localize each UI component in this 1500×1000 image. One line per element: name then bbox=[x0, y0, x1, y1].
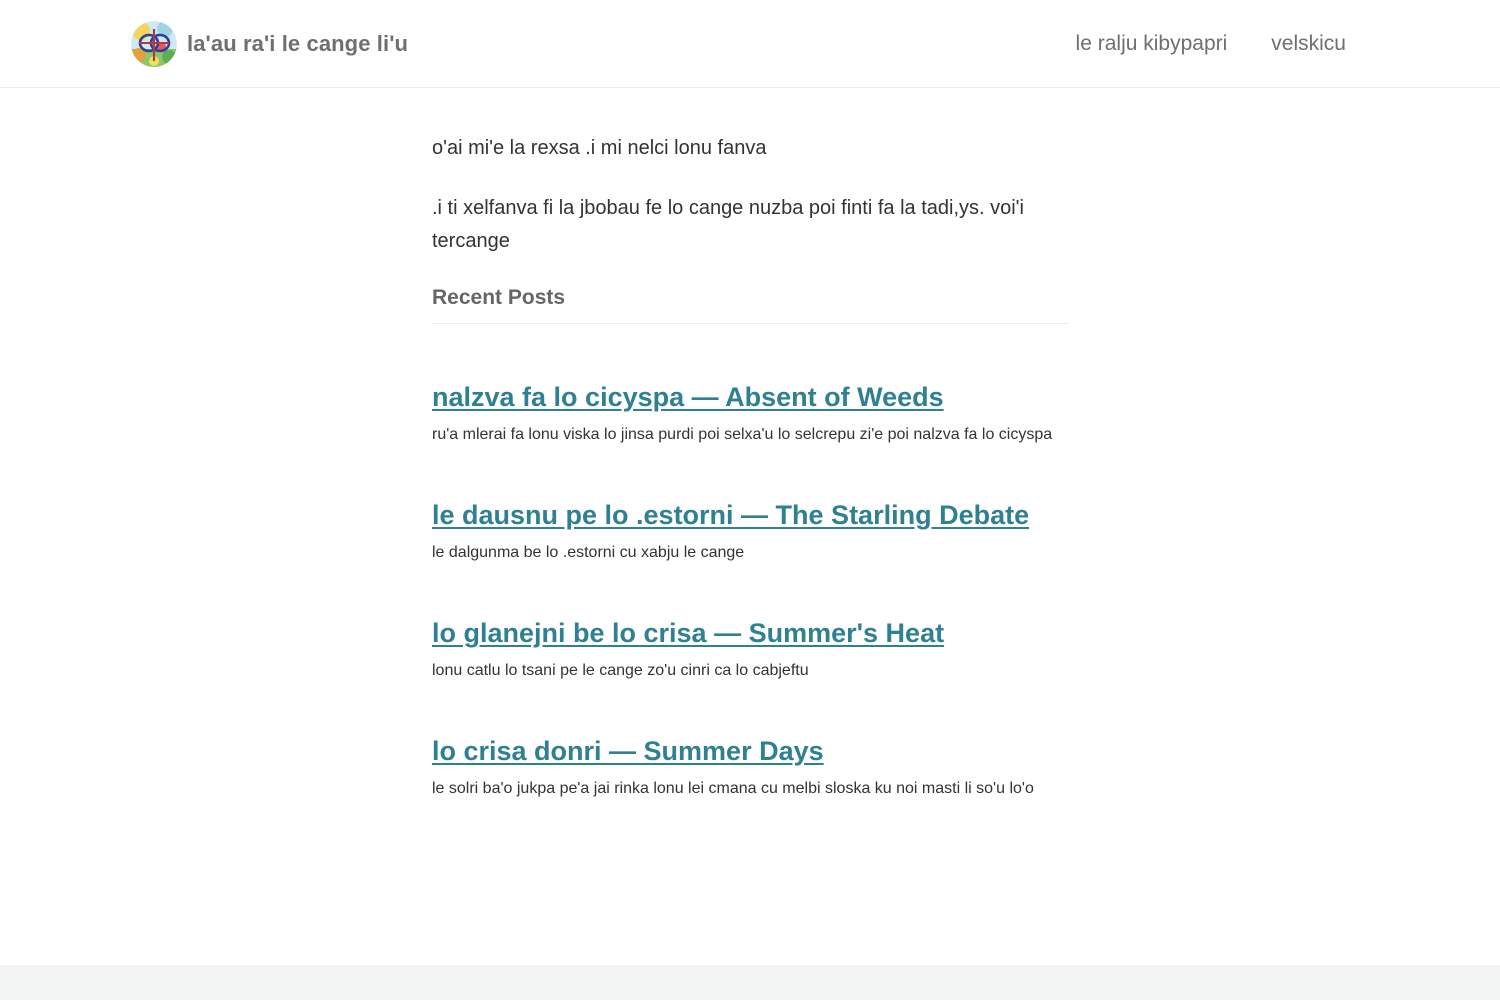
intro-paragraph: .i ti xelfanva fi la jbobau fe lo cange … bbox=[432, 197, 1024, 252]
site-logo-icon bbox=[131, 21, 177, 67]
main-nav: le ralju kibypapri velskicu bbox=[1076, 30, 1346, 58]
intro-paragraph: o'ai mi'e la rexsa .i mi nelci lonu fanv… bbox=[432, 137, 767, 159]
nav-link-about[interactable]: velskicu bbox=[1271, 30, 1346, 58]
post-title-link[interactable]: nalzva fa lo cicyspa — Absent of Weeds bbox=[432, 380, 944, 414]
post-item: le dausnu pe lo .estorni — The Starling … bbox=[432, 498, 1069, 565]
post-item: lo glanejni be lo crisa — Summer's Heat … bbox=[432, 616, 1069, 683]
post-summary: ru'a mlerai fa lonu viska lo jinsa purdi… bbox=[432, 426, 1053, 443]
site-title: la'au ra'i le cange li'u bbox=[187, 31, 409, 56]
main-content: o'ai mi'e la rexsa .i mi nelci lonu fanv… bbox=[432, 132, 1069, 852]
post-item: lo crisa donri — Summer Days le solri ba… bbox=[432, 734, 1069, 801]
site-header: la'au ra'i le cange li'u le ralju kibypa… bbox=[0, 0, 1500, 88]
post-title-link[interactable]: le dausnu pe lo .estorni — The Starling … bbox=[432, 498, 1029, 532]
post-list: nalzva fa lo cicyspa — Absent of Weeds r… bbox=[432, 380, 1069, 801]
home-link[interactable]: la'au ra'i le cange li'u bbox=[131, 21, 408, 67]
nav-link-home[interactable]: le ralju kibypapri bbox=[1076, 30, 1228, 58]
post-item: nalzva fa lo cicyspa — Absent of Weeds r… bbox=[432, 380, 1069, 447]
site-footer bbox=[0, 965, 1500, 1000]
recent-posts-heading: Recent Posts bbox=[432, 283, 1069, 324]
post-summary: le dalgunma be lo .estorni cu xabju le c… bbox=[432, 544, 745, 561]
post-title-link[interactable]: lo glanejni be lo crisa — Summer's Heat bbox=[432, 616, 944, 650]
post-summary: le solri ba'o jukpa pe'a jai rinka lonu … bbox=[432, 780, 1034, 797]
post-title-link[interactable]: lo crisa donri — Summer Days bbox=[432, 734, 824, 768]
post-summary: lonu catlu lo tsani pe le cange zo'u cin… bbox=[432, 662, 809, 679]
intro: o'ai mi'e la rexsa .i mi nelci lonu fanv… bbox=[432, 132, 1069, 258]
